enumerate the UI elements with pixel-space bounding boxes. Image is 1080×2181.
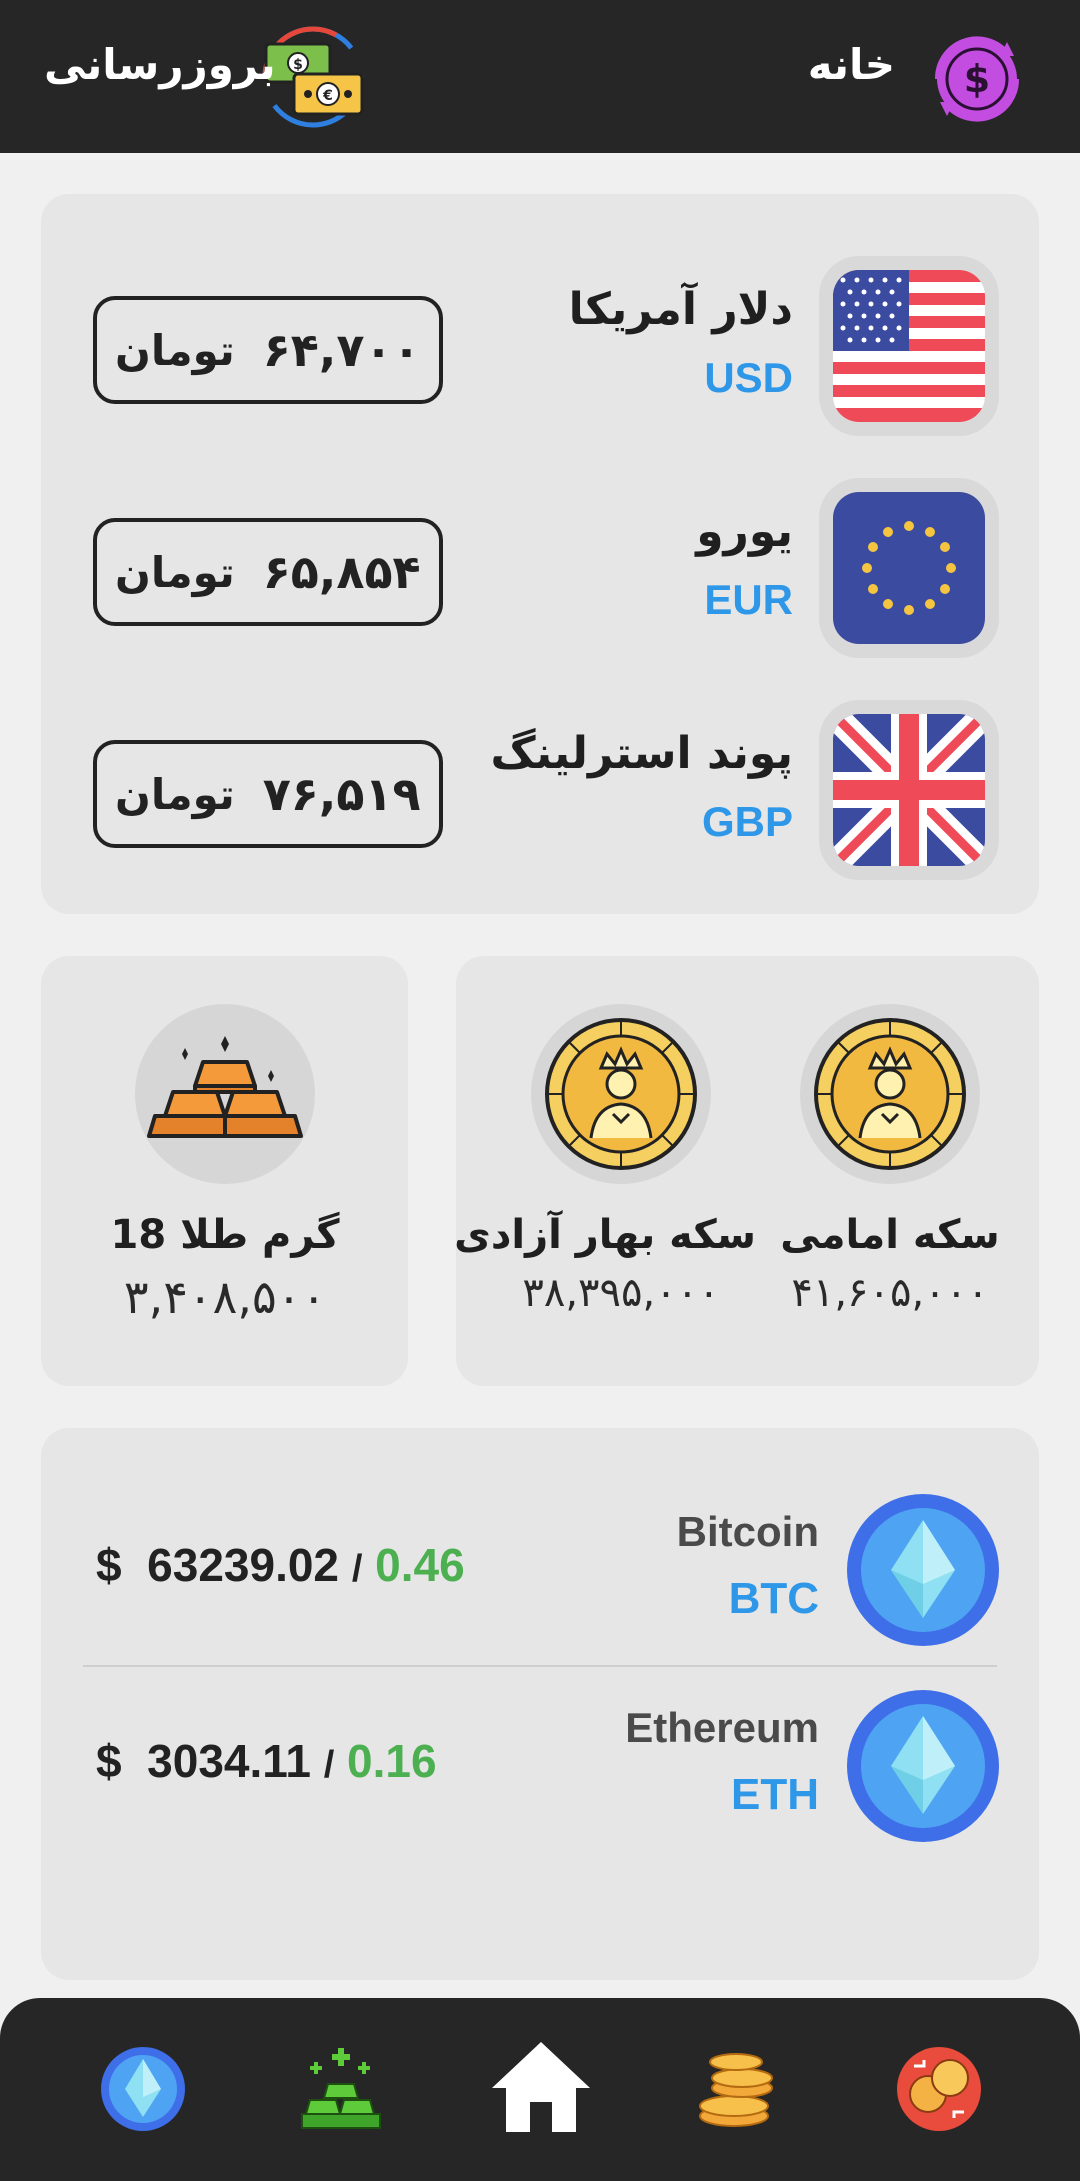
currency-code: GBP xyxy=(701,798,793,845)
coin-name: سکه بهار آزادی xyxy=(454,1212,756,1258)
price-unit: تومان xyxy=(115,769,235,819)
nav-home-icon[interactable] xyxy=(486,2036,596,2136)
price-value: ۶۵,۸۵۴ xyxy=(262,545,421,599)
flag-holder xyxy=(819,478,999,658)
crypto-name: Ethereum xyxy=(625,1704,819,1751)
price-change: 0.16 xyxy=(347,1735,437,1787)
gold-name: گرم طلا 18 xyxy=(110,1212,340,1258)
separator: / xyxy=(323,1744,335,1786)
us-flag-icon xyxy=(833,270,985,422)
svg-text:$: $ xyxy=(293,57,303,73)
crypto-row-eth[interactable]: Ethereum ETH $ 3034.11 / 0.16 xyxy=(41,1690,1039,1850)
svg-text:€: € xyxy=(322,88,333,104)
crypto-code: BTC xyxy=(728,1574,819,1623)
uk-flag-icon xyxy=(833,714,985,866)
flag-holder xyxy=(819,700,999,880)
coin-item-emami[interactable]: سکه امامی ۴۱,۶۰۵,۰۰۰ xyxy=(775,1004,1005,1316)
currency-symbol: $ xyxy=(96,1735,122,1787)
top-app-bar: $ خانه $ € بروزرسانی xyxy=(0,0,1080,153)
coin-price: ۳۸,۳۹۵,۰۰۰ xyxy=(522,1270,720,1316)
flag-holder xyxy=(819,256,999,436)
crypto-price: $ 63239.02 / 0.46 xyxy=(96,1538,465,1592)
update-button[interactable]: بروزرسانی xyxy=(44,40,276,89)
price-change: 0.46 xyxy=(375,1539,465,1591)
crypto-row-btc[interactable]: Bitcoin BTC $ 63239.02 / 0.46 xyxy=(41,1494,1039,1654)
currency-card: دلار آمریکا USD ۶۴,۷۰۰ تومان یورو EUR ۶۵… xyxy=(41,194,1039,914)
currency-row-usd[interactable]: دلار آمریکا USD ۶۴,۷۰۰ تومان xyxy=(41,256,1039,436)
coin-holder xyxy=(531,1004,711,1184)
price-box: ۷۶,۵۱۹ تومان xyxy=(93,740,443,848)
eu-flag-icon xyxy=(833,492,985,644)
dollar-cycle-icon: $ xyxy=(934,36,1020,122)
bottom-navigation xyxy=(0,1998,1080,2181)
nav-coins-icon[interactable] xyxy=(694,2044,784,2134)
currency-name: پوند استرلینگ xyxy=(490,728,793,779)
gold-item: گرم طلا 18 ۳,۴۰۸,۵۰۰ xyxy=(65,1004,385,1324)
currency-code: USD xyxy=(704,354,793,401)
currency-code: EUR xyxy=(704,576,793,623)
diamond-crypto-icon xyxy=(847,1494,999,1646)
gold-price: ۳,۴۰۸,۵۰۰ xyxy=(123,1270,327,1324)
page-title: خانه xyxy=(807,40,895,89)
gold-card[interactable]: گرم طلا 18 ۳,۴۰۸,۵۰۰ xyxy=(41,956,408,1386)
coin-card: سکه امامی ۴۱,۶۰۵,۰۰۰ سکه بهار آزادی ۳۸,۳… xyxy=(454,956,1039,1386)
gold-bars-icon xyxy=(147,1036,303,1138)
crypto-card: Bitcoin BTC $ 63239.02 / 0.46 Ethereum E… xyxy=(41,1428,1039,1980)
nav-exchange-icon[interactable] xyxy=(894,2044,984,2134)
price-box: ۶۵,۸۵۴ تومان xyxy=(93,518,443,626)
price-value: 3034.11 xyxy=(147,1735,311,1787)
separator: / xyxy=(351,1548,363,1590)
svg-text:$: $ xyxy=(964,57,990,101)
diamond-crypto-icon xyxy=(847,1690,999,1842)
currency-row-gbp[interactable]: پوند استرلینگ GBP ۷۶,۵۱۹ تومان xyxy=(41,700,1039,880)
price-unit: تومان xyxy=(115,547,235,597)
divider xyxy=(83,1665,997,1667)
currency-name: یورو xyxy=(696,506,793,557)
price-value: 63239.02 xyxy=(147,1539,340,1591)
price-box: ۶۴,۷۰۰ تومان xyxy=(93,296,443,404)
gold-holder xyxy=(135,1004,315,1184)
coin-item-bahar[interactable]: سکه بهار آزادی ۳۸,۳۹۵,۰۰۰ xyxy=(454,1004,756,1316)
currency-name: دلار آمریکا xyxy=(568,284,793,335)
gold-coin-icon xyxy=(814,1018,966,1170)
nav-gold-icon[interactable] xyxy=(296,2044,386,2134)
price-value: ۶۴,۷۰۰ xyxy=(262,323,421,377)
crypto-code: ETH xyxy=(731,1770,819,1819)
currency-symbol: $ xyxy=(96,1539,122,1591)
gold-coin-icon xyxy=(545,1018,697,1170)
price-unit: تومان xyxy=(115,325,235,375)
coin-name: سکه امامی xyxy=(780,1212,1000,1258)
currency-row-eur[interactable]: یورو EUR ۶۵,۸۵۴ تومان xyxy=(41,478,1039,658)
coin-price: ۴۱,۶۰۵,۰۰۰ xyxy=(791,1270,989,1316)
coin-holder xyxy=(800,1004,980,1184)
crypto-name: Bitcoin xyxy=(676,1508,819,1555)
price-value: ۷۶,۵۱۹ xyxy=(262,767,421,821)
nav-crypto-icon[interactable] xyxy=(98,2044,188,2134)
crypto-price: $ 3034.11 / 0.16 xyxy=(96,1734,437,1788)
